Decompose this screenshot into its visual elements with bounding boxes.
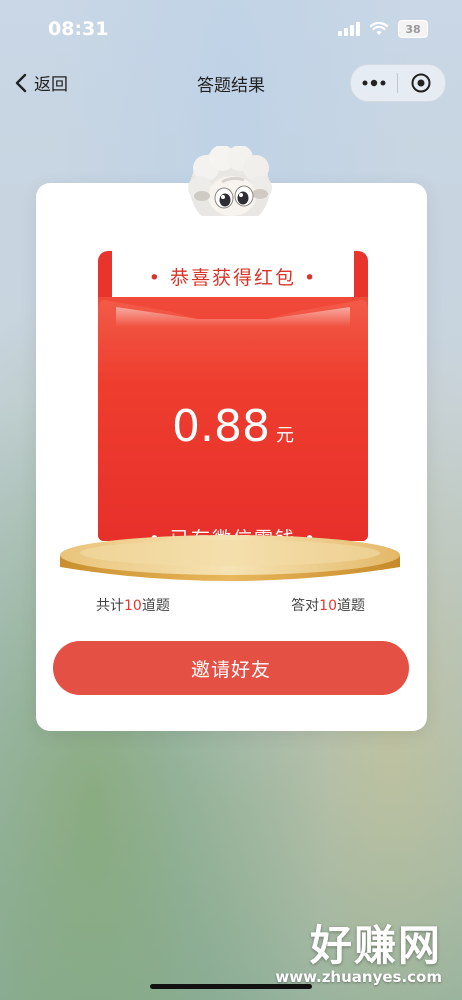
total-count: 10 [124,598,142,614]
battery-icon: 38 [398,20,428,38]
reward-amount-value: 0.88 [172,401,270,452]
site-watermark: 好赚网 www.zhuanyes.com [252,912,442,990]
correct-suffix: 道题 [337,598,365,614]
more-button[interactable] [351,65,397,101]
correct-answers-stat: 答对10道题 [291,595,365,615]
watermark-main: 好赚网 [309,921,442,970]
status-bar: 08:31 38 [0,0,462,62]
red-packet: • 恭喜获得红包 • 0.88元 • 已存微信零钱 • [98,251,368,550]
invite-friends-button[interactable]: 邀请好友 [53,641,409,695]
reward-amount: 0.88 元 [98,401,368,452]
target-close-icon [411,73,431,93]
mini-program-capsule [350,64,446,102]
wifi-icon [370,22,388,35]
home-indicator[interactable] [150,984,312,989]
correct-count: 10 [319,598,337,614]
battery-level: 38 [405,22,421,36]
more-dots-icon [362,79,386,87]
red-packet-title: • 恭喜获得红包 • [148,267,318,289]
nav-bar: 返回 答题结果 [0,62,462,104]
reward-amount-unit: 元 [275,425,294,446]
total-prefix: 共计 [96,598,124,614]
sheep-avatar [188,146,272,216]
correct-prefix: 答对 [291,598,320,614]
signal-icon [338,22,360,36]
status-time: 08:31 [48,18,109,40]
total-questions-stat: 共计10道题 [96,595,170,615]
result-card: • 恭喜获得红包 • 0.88元 • 已存微信零钱 • [36,183,427,731]
close-miniprogram-button[interactable] [398,65,444,101]
total-suffix: 道题 [141,598,170,614]
gold-podium [60,535,400,581]
status-icons: 38 [338,20,428,38]
